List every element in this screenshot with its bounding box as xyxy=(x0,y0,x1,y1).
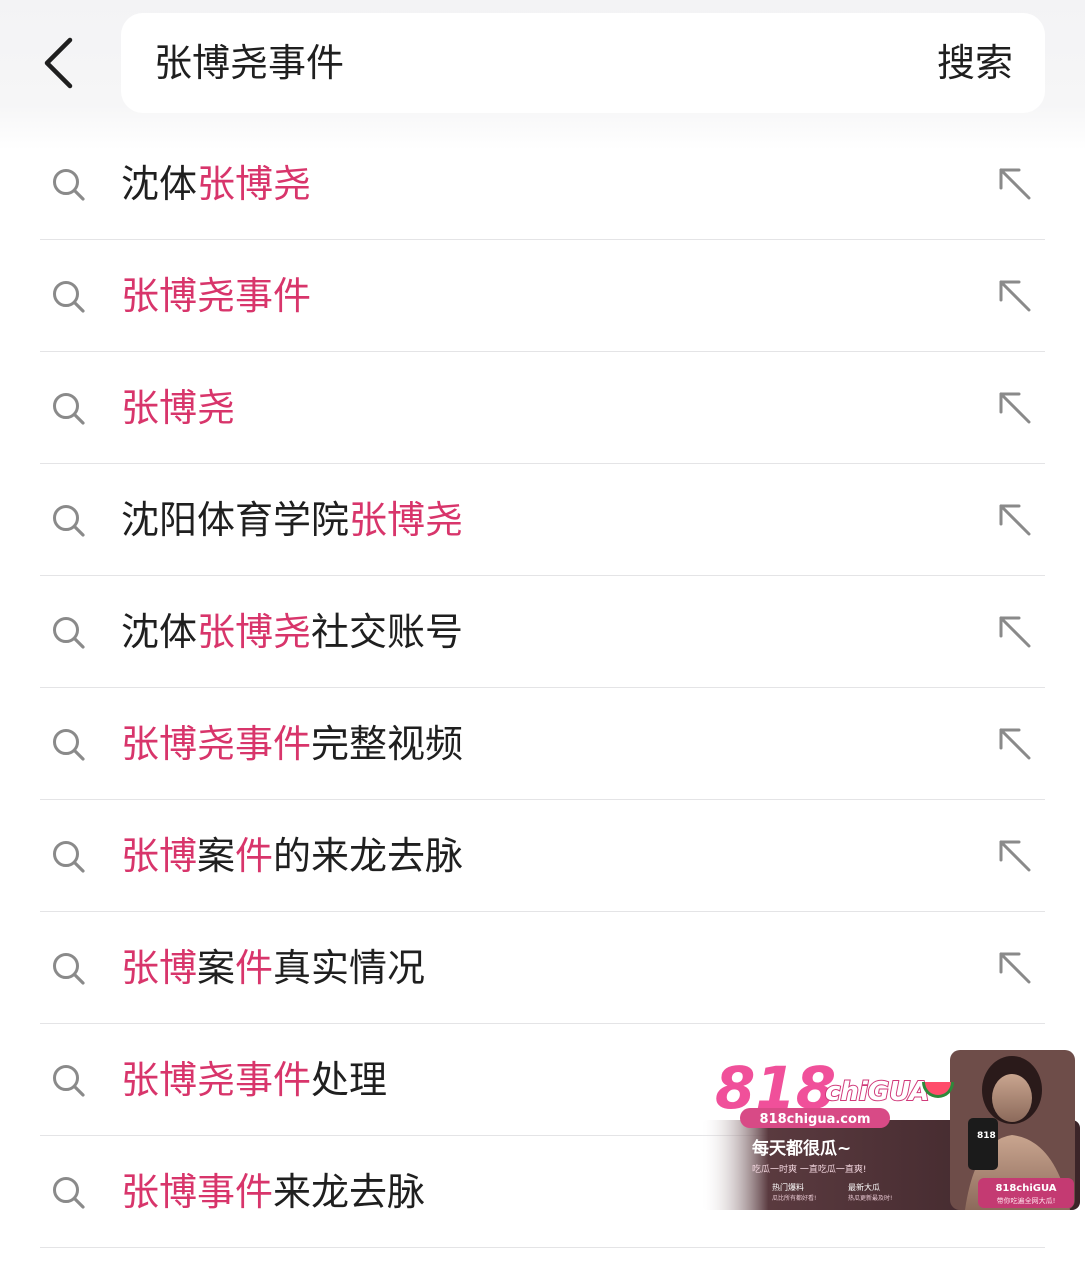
corner-sub: 带你吃遍全网大瓜! xyxy=(997,1196,1056,1205)
suggestion-highlight: 张博尧 xyxy=(197,162,312,206)
search-icon xyxy=(53,617,85,649)
suggestion-item[interactable]: 张博尧事件 xyxy=(0,240,1085,352)
watermark-slogan: 每天都很瓜~ xyxy=(752,1138,851,1159)
watermark-site: 818chigua.com xyxy=(759,1112,870,1127)
search-icon xyxy=(53,1177,85,1209)
suggestion-highlight: 张博尧 xyxy=(349,498,464,542)
arrow-up-left-icon[interactable] xyxy=(997,950,1033,986)
badge-right-sub: 热瓜更新最及时! xyxy=(848,1194,892,1202)
suggestion-label: 张博尧事件处理 xyxy=(121,1024,387,1136)
suggestion-label: 张博尧事件 xyxy=(121,240,311,352)
search-icon xyxy=(53,953,85,985)
suggestion-text: 完整视频 xyxy=(311,722,464,766)
suggestion-highlight: 张博尧事件 xyxy=(121,1058,312,1102)
search-icon xyxy=(53,505,85,537)
suggestion-item[interactable]: 沈体张博尧 xyxy=(0,128,1085,240)
arrow-up-left-icon[interactable] xyxy=(997,838,1033,874)
suggestion-label: 沈阳体育学院张博尧 xyxy=(121,464,463,576)
suggestion-label: 沈体张博尧 xyxy=(121,128,311,240)
search-icon xyxy=(53,393,85,425)
arrow-up-left-icon[interactable] xyxy=(997,390,1033,426)
suggestion-highlight: 件 xyxy=(235,834,274,878)
search-icon xyxy=(53,729,85,761)
suggestion-highlight: 件 xyxy=(235,946,274,990)
watermark-ad-banner[interactable]: 818 818 chiGUA 818chigua.com 每天都很瓜~ 吃瓜一时… xyxy=(660,1040,1080,1212)
search-icon xyxy=(53,1065,85,1097)
arrow-up-left-icon[interactable] xyxy=(997,614,1033,650)
suggestion-label: 张博案件真实情况 xyxy=(121,912,425,1024)
watermark-tagline: 吃瓜一时爽 一直吃瓜一直爽! xyxy=(752,1163,866,1175)
suggestion-label: 张博尧 xyxy=(121,352,235,464)
suggestion-highlight: 张博尧 xyxy=(121,386,236,430)
suggestion-text: 沈阳体育学院 xyxy=(121,498,350,542)
watermark-logo-text: chiGUA xyxy=(825,1077,929,1107)
badge-right: 最新大瓜 xyxy=(848,1182,880,1192)
badge-left-sub: 瓜比所有都好看! xyxy=(772,1194,816,1202)
suggestion-item[interactable]: 张博案件的来龙去脉 xyxy=(0,800,1085,912)
suggestion-highlight: 张博尧事件 xyxy=(121,274,312,318)
badge-left: 热门爆料 xyxy=(772,1182,804,1192)
suggestion-item[interactable]: 张博尧事件完整视频 xyxy=(0,688,1085,800)
suggestion-text: 沈体 xyxy=(121,610,198,654)
corner-brand: 818chiGUA xyxy=(995,1183,1056,1194)
photo-badge: 818 xyxy=(977,1131,996,1141)
suggestion-label: 张博尧事件完整视频 xyxy=(121,688,463,800)
suggestion-text: 来龙去脉 xyxy=(273,1170,426,1214)
suggestion-label: 张博案件的来龙去脉 xyxy=(121,800,463,912)
suggestion-text: 沈体 xyxy=(121,162,198,206)
suggestion-item[interactable]: 沈体张博尧社交账号 xyxy=(0,576,1085,688)
suggestion-highlight: 张博尧事件 xyxy=(121,722,312,766)
arrow-up-left-icon[interactable] xyxy=(997,726,1033,762)
search-suggestion-page: 搜索 沈体张博尧张博尧事件张博尧沈阳体育学院张博尧沈体张博尧社交账号张博尧事件完… xyxy=(0,0,1085,1280)
search-input[interactable] xyxy=(154,13,834,113)
suggestion-highlight: 张博 xyxy=(121,946,198,990)
suggestion-text: 的来龙去脉 xyxy=(273,834,464,878)
search-button[interactable]: 搜索 xyxy=(937,13,1013,113)
row-divider xyxy=(40,1247,1045,1248)
chevron-left-icon xyxy=(44,37,73,89)
suggestion-label: 沈体张博尧社交账号 xyxy=(121,576,463,688)
suggestion-text: 社交账号 xyxy=(311,610,464,654)
suggestion-item[interactable]: 张博尧 xyxy=(0,352,1085,464)
arrow-up-left-icon[interactable] xyxy=(997,166,1033,202)
suggestion-text: 真实情况 xyxy=(273,946,426,990)
search-icon xyxy=(53,169,85,201)
suggestion-label: 张博事件来龙去脉 xyxy=(121,1136,425,1248)
suggestion-item[interactable]: 张博案件真实情况 xyxy=(0,912,1085,1024)
suggestion-highlight: 张博事件 xyxy=(121,1170,274,1214)
search-icon xyxy=(53,281,85,313)
suggestion-highlight: 张博 xyxy=(121,834,198,878)
back-button[interactable] xyxy=(28,28,88,98)
suggestion-item[interactable]: 沈阳体育学院张博尧 xyxy=(0,464,1085,576)
suggestion-text: 处理 xyxy=(311,1058,388,1102)
suggestion-text: 案 xyxy=(197,834,236,878)
arrow-up-left-icon[interactable] xyxy=(997,278,1033,314)
search-icon xyxy=(53,841,85,873)
arrow-up-left-icon[interactable] xyxy=(997,502,1033,538)
suggestion-highlight: 张博尧 xyxy=(197,610,312,654)
search-box: 搜索 xyxy=(121,13,1045,113)
suggestion-text: 案 xyxy=(197,946,236,990)
